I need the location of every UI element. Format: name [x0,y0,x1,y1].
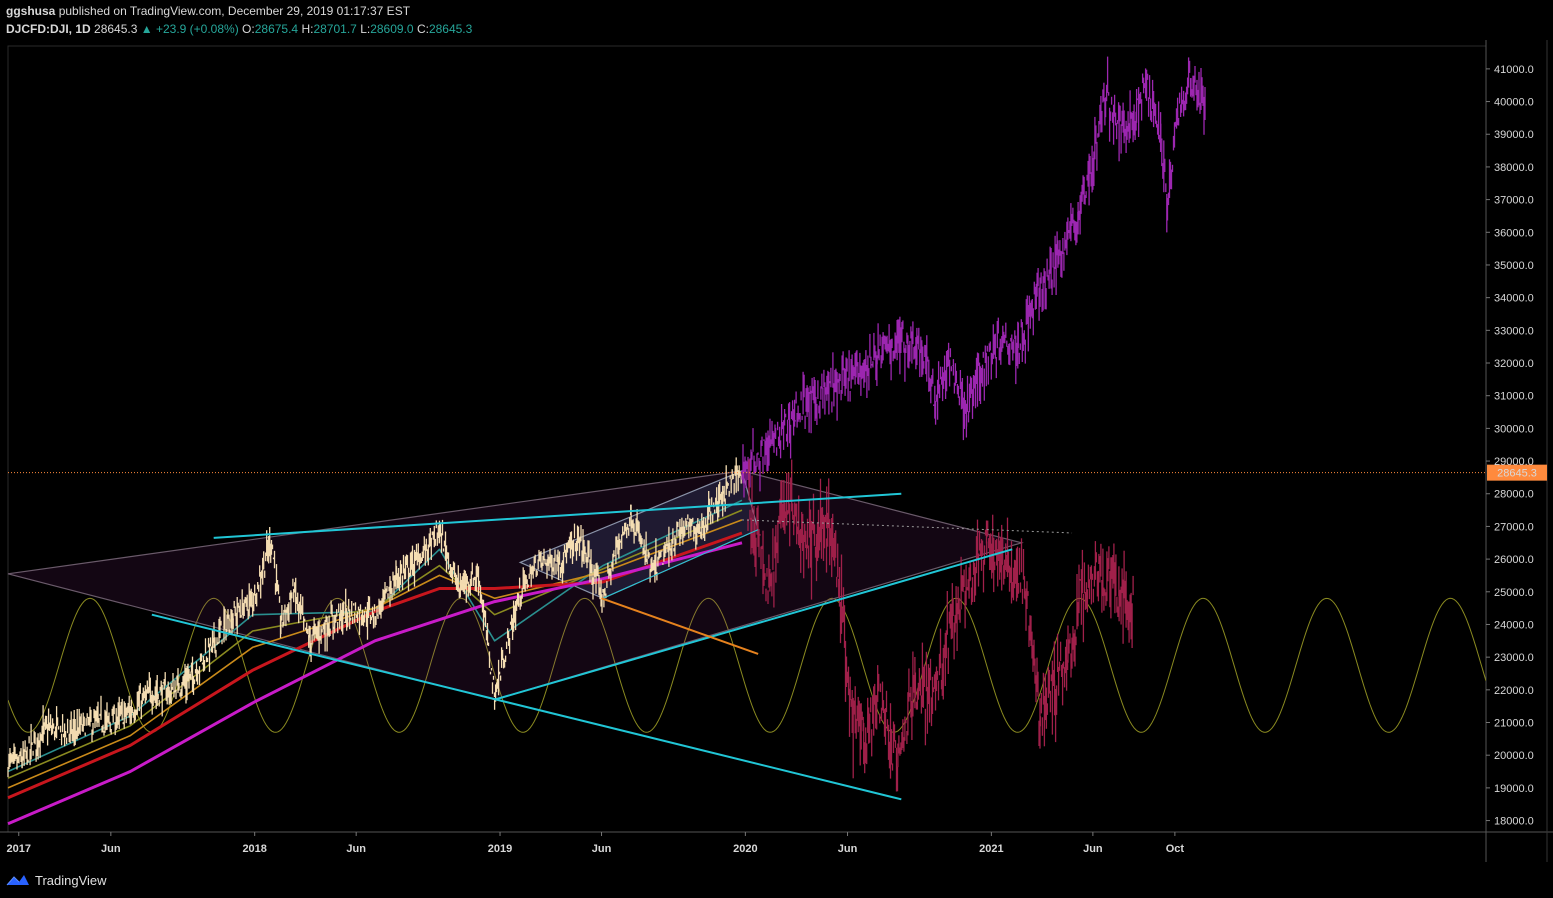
x-tick-label: 2019 [488,843,512,855]
close-value: 28645.3 [428,22,473,36]
y-tick-label: 34000.0 [1494,293,1534,305]
x-tick-label: 2020 [733,843,757,855]
x-tick-label: 2017 [7,843,31,855]
y-tick-label: 37000.0 [1494,195,1534,207]
y-tick-label: 32000.0 [1494,358,1534,370]
x-tick-label: Jun [838,843,858,855]
last-price-badge-label: 28645.3 [1497,468,1537,480]
high-label: H: [301,22,314,36]
y-tick-label: 38000.0 [1494,162,1534,174]
high-value: 28701.7 [313,22,357,36]
open-label: O: [242,22,255,36]
y-tick-label: 25000.0 [1494,587,1534,599]
x-tick-label: Jun [101,843,121,855]
y-tick-label: 40000.0 [1494,97,1534,109]
y-tick-label: 28000.0 [1494,489,1534,501]
last-price: 28645.3 [94,22,138,36]
y-tick-label: 23000.0 [1494,652,1534,664]
price-chart[interactable]: 28645.3 18000.0 19000.0 20000.0 21000.0 22000… [0,40,1553,862]
y-tick-label: 39000.0 [1494,129,1534,141]
x-tick-label: 2021 [979,843,1003,855]
y-tick-label: 30000.0 [1494,423,1534,435]
symbol-legend: DJCFD:DJI, 1D 28645.3 ▲ +23.9 (+0.08%) O… [6,22,472,36]
y-tick-label: 29000.0 [1494,456,1534,468]
price-change: ▲ +23.9 (+0.08%) [140,22,239,36]
x-tick-label: Jun [1083,843,1103,855]
publication-info: ggshusa published on TradingView.com, De… [6,4,410,18]
low-label: L: [360,22,371,36]
y-tick-label: 31000.0 [1494,391,1534,403]
y-tick-label: 22000.0 [1494,685,1534,697]
y-tick-label: 21000.0 [1494,718,1534,730]
y-tick-label: 41000.0 [1494,64,1534,76]
tradingview-brand-text: TradingView [35,872,107,888]
y-tick-label: 20000.0 [1494,750,1534,762]
y-tick-label: 33000.0 [1494,325,1534,337]
x-tick-label: Oct [1166,843,1185,855]
symbol-name[interactable]: DJCFD:DJI, 1D [6,22,91,36]
close-label: C: [416,22,429,36]
y-tick-label: 26000.0 [1494,554,1534,566]
tradingview-branding[interactable]: TradingView [6,870,107,890]
y-tick-label: 27000.0 [1494,521,1534,533]
x-tick-label: 2018 [242,843,266,855]
low-value: 28609.0 [370,22,414,36]
y-tick-label: 35000.0 [1494,260,1534,272]
x-tick-label: Jun [346,843,366,855]
publisher-name[interactable]: ggshusa [6,4,55,18]
y-tick-label: 18000.0 [1494,816,1534,828]
y-tick-label: 36000.0 [1494,227,1534,239]
tradingview-logo-icon [6,875,29,886]
y-tick-label: 24000.0 [1494,619,1534,631]
x-tick-label: Jun [592,843,612,855]
published-text: published on TradingView.com, December 2… [58,4,411,18]
y-tick-label: 19000.0 [1494,783,1534,795]
open-value: 28675.4 [254,22,299,36]
